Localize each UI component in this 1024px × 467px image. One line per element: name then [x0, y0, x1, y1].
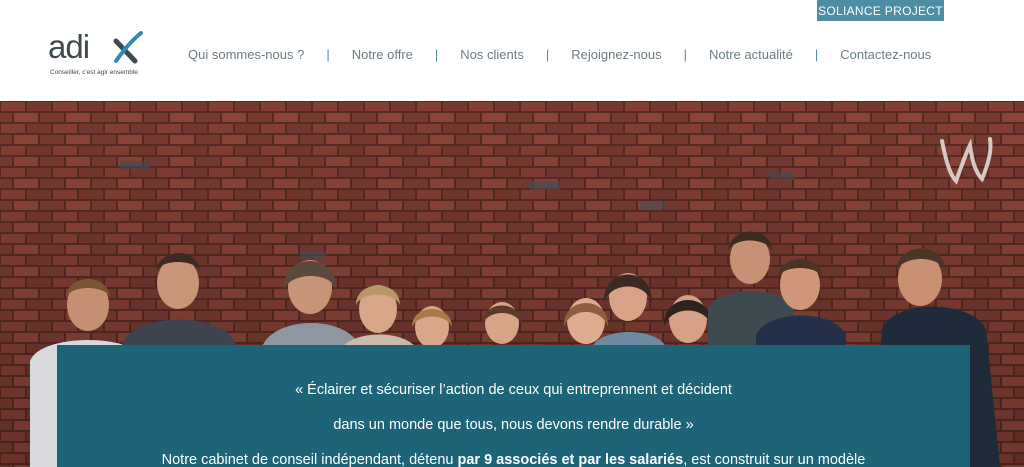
soliance-project-link[interactable]: SOLIANCE PROJECT [817, 0, 944, 21]
nav-nos-clients[interactable]: Nos clients [460, 47, 524, 62]
nav-notre-offre[interactable]: Notre offre [352, 47, 413, 62]
nav-rejoignez-nous[interactable]: Rejoignez-nous [571, 47, 661, 62]
site-header: SOLIANCE PROJECT adi Conseiller, c'est a… [0, 0, 1024, 101]
hero-section: « Éclairer et sécuriser l’action de ceux… [0, 101, 1024, 467]
nav-notre-actualite[interactable]: Notre actualité [709, 47, 793, 62]
nav-separator: | [683, 46, 687, 62]
nav-contactez-nous[interactable]: Contactez-nous [840, 47, 931, 62]
logo-wordmark: adi [48, 28, 90, 65]
intro-text-end: , est construit sur un modèle [683, 452, 866, 467]
nav-separator: | [545, 46, 550, 62]
intro-text-start: Notre cabinet de conseil indépendant, dé… [161, 452, 458, 467]
mission-panel: « Éclairer et sécuriser l’action de ceux… [57, 345, 970, 467]
main-nav: Qui sommes-nous ? | Notre offre | Nos cl… [188, 42, 931, 66]
nav-separator: | [434, 46, 439, 62]
nav-qui-sommes-nous[interactable]: Qui sommes-nous ? [188, 47, 304, 62]
intro-paragraph: Notre cabinet de conseil indépendant, dé… [57, 451, 970, 467]
mission-quote-line-1: « Éclairer et sécuriser l’action de ceux… [295, 382, 732, 398]
intro-text-highlight: par 9 associés et par les salariés [457, 452, 684, 467]
nav-separator: | [326, 46, 330, 62]
adix-logo[interactable]: adi Conseiller, c'est agir ensemble [48, 27, 148, 83]
logo-tagline: Conseiller, c'est agir ensemble [50, 69, 138, 76]
check-x-icon [113, 31, 143, 64]
mission-quote-line-2: dans un monde que tous, nous devons rend… [333, 417, 694, 433]
nav-separator: | [814, 46, 819, 62]
